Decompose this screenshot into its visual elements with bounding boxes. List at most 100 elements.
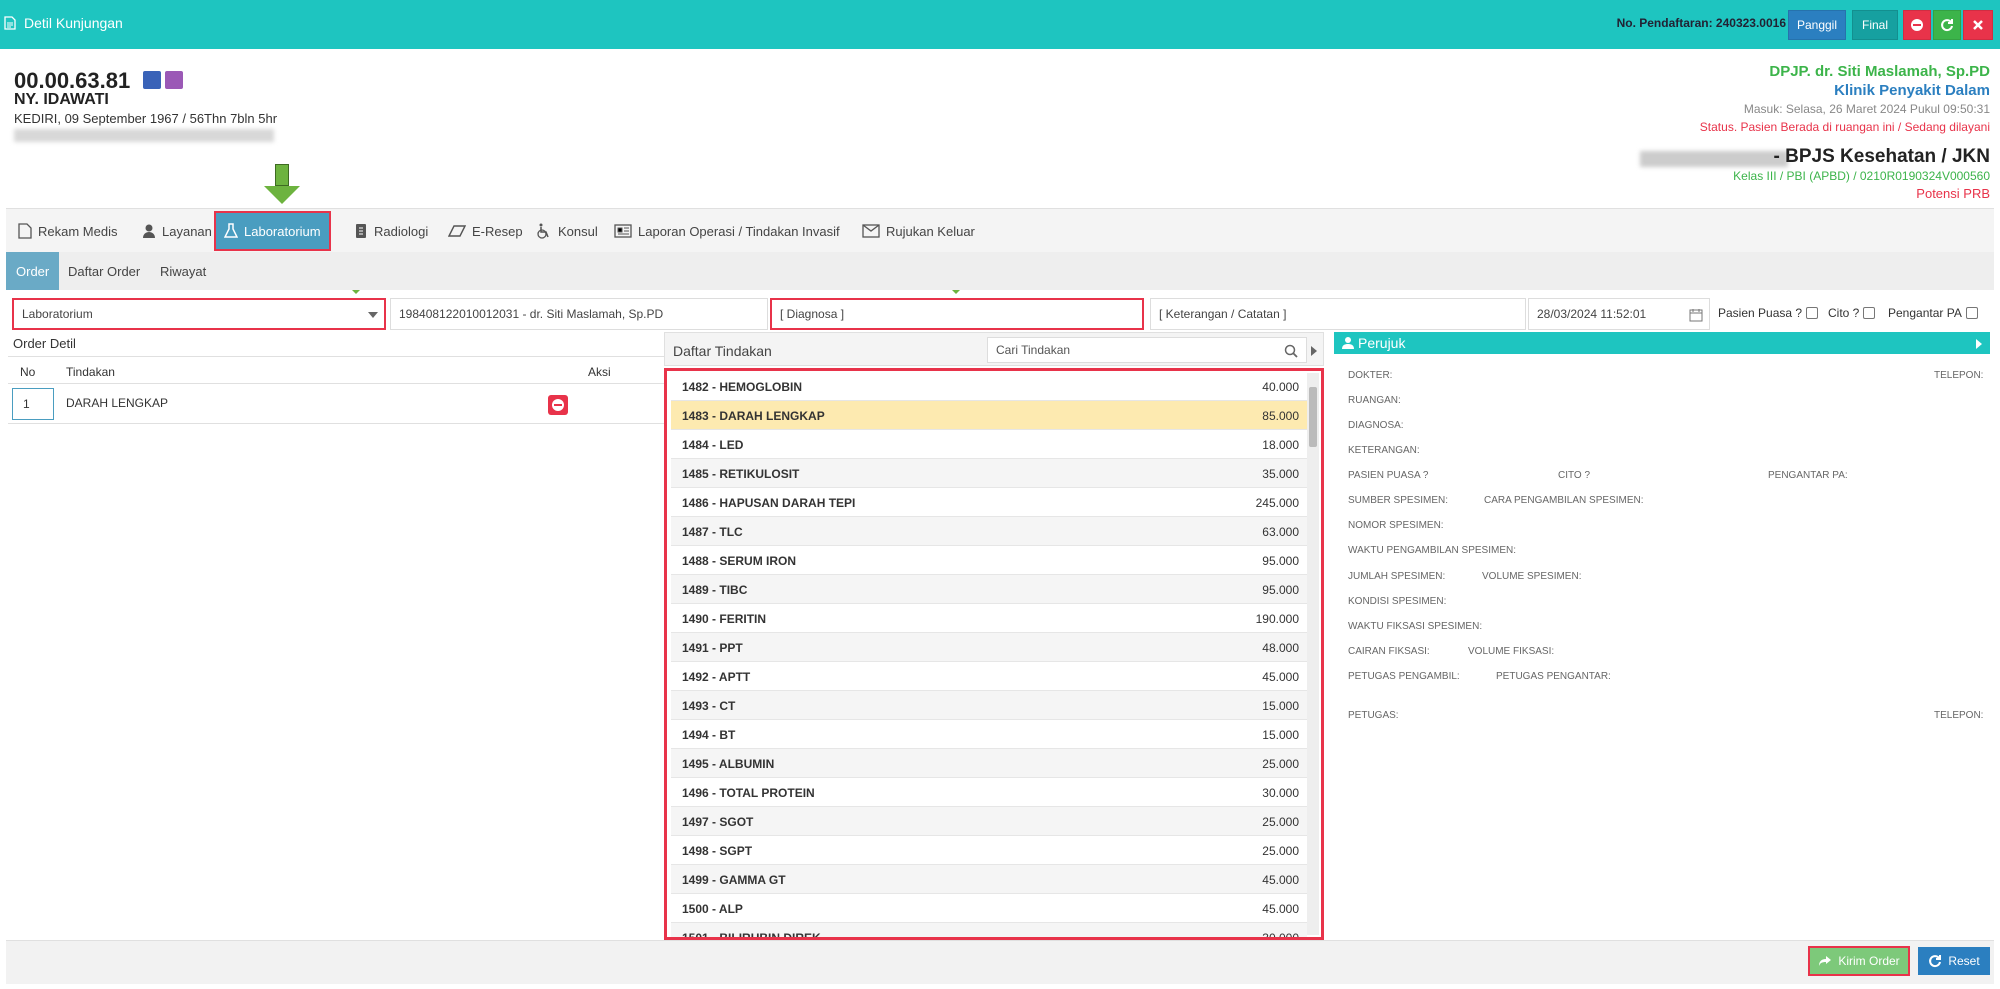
keterangan-input[interactable]: [ Keterangan / Catatan ] bbox=[1150, 298, 1526, 330]
tindakan-list: 1482 - HEMOGLOBIN 40.000 1483 - DARAH LENG… bbox=[664, 368, 1324, 940]
list-item[interactable]: 1482 - HEMOGLOBIN 40.000 bbox=[671, 372, 1307, 401]
label-cito: CITO ? bbox=[1558, 470, 1591, 481]
refresh-button[interactable] bbox=[1933, 10, 1961, 40]
order-no-input[interactable]: 1 bbox=[12, 388, 54, 420]
tab-rujukan-keluar[interactable]: Rujukan Keluar bbox=[854, 209, 983, 253]
list-item[interactable]: 1492 - APTT 45.000 bbox=[671, 662, 1307, 691]
cito-checkbox[interactable]: Cito ? bbox=[1828, 306, 1876, 320]
pengantar-pa-checkbox[interactable]: Pengantar PA bbox=[1888, 306, 1978, 320]
edit-icon[interactable] bbox=[165, 71, 183, 89]
tindakan-price: 40.000 bbox=[1262, 380, 1299, 394]
label-waktu-ambil: WAKTU PENGAMBILAN SPESIMEN: bbox=[1348, 545, 1516, 556]
subtab-daftar-order[interactable]: Daftar Order bbox=[58, 252, 150, 290]
unit-select-value: Laboratorium bbox=[22, 307, 93, 321]
list-item[interactable]: 1498 - SGPT 25.000 bbox=[671, 836, 1307, 865]
tindakan-label: 1494 - BT bbox=[682, 728, 736, 742]
label-nomor: NOMOR SPESIMEN: bbox=[1348, 520, 1444, 531]
scrollbar[interactable] bbox=[1307, 373, 1319, 935]
tindakan-price: 95.000 bbox=[1262, 583, 1299, 597]
list-item[interactable]: 1485 - RETIKULOSIT 35.000 bbox=[671, 459, 1307, 488]
label-petugas: PETUGAS: bbox=[1348, 710, 1399, 721]
tab-e-resep[interactable]: E-Resep bbox=[440, 209, 531, 253]
list-item[interactable]: 1484 - LED 18.000 bbox=[671, 430, 1307, 459]
tindakan-price: 190.000 bbox=[1255, 612, 1299, 626]
kirim-order-button[interactable]: Kirim Order bbox=[1808, 946, 1910, 976]
order-tindakan: DARAH LENGKAP bbox=[66, 396, 169, 410]
user-icon bbox=[143, 224, 155, 238]
daftar-tindakan-title: Daftar Tindakan bbox=[673, 343, 772, 359]
tab-radiologi[interactable]: Radiologi bbox=[346, 209, 436, 253]
document-icon bbox=[4, 16, 16, 30]
tindakan-label: 1489 - TIBC bbox=[682, 583, 748, 597]
panggil-button[interactable]: Panggil bbox=[1788, 10, 1846, 40]
tindakan-label: 1492 - APTT bbox=[682, 670, 751, 684]
list-item[interactable]: 1493 - CT 15.000 bbox=[671, 691, 1307, 720]
tab-label: Rujukan Keluar bbox=[886, 223, 975, 239]
list-item[interactable]: 1483 - DARAH LENGKAP 85.000 bbox=[671, 401, 1307, 430]
minus-circle-icon bbox=[552, 399, 564, 411]
flask-icon bbox=[224, 223, 238, 238]
diagnosa-placeholder: [ Diagnosa ] bbox=[780, 307, 845, 321]
tab-label: E-Resep bbox=[472, 223, 523, 239]
list-item[interactable]: 1500 - ALP 45.000 bbox=[671, 894, 1307, 923]
list-item[interactable]: 1490 - FERITIN 190.000 bbox=[671, 604, 1307, 633]
tab-laboratorium[interactable]: Laboratorium bbox=[214, 211, 331, 251]
tindakan-label: 1496 - TOTAL PROTEIN bbox=[682, 786, 815, 800]
scrollbar-thumb[interactable] bbox=[1309, 387, 1317, 447]
label-cara: CARA PENGAMBILAN SPESIMEN: bbox=[1484, 495, 1644, 506]
bpjs-number-redacted bbox=[1640, 151, 1788, 167]
perujuk-panel: Perujuk DOKTER: TELEPON: RUANGAN: DIAGNO… bbox=[1334, 332, 1990, 940]
list-item[interactable]: 1491 - PPT 48.000 bbox=[671, 633, 1307, 662]
list-item[interactable]: 1501 - BILIRUBIN DIREK 30.000 bbox=[671, 923, 1307, 940]
label-petugas-antar: PETUGAS PENGANTAR: bbox=[1496, 671, 1611, 682]
label-telepon: TELEPON: bbox=[1934, 370, 1984, 381]
list-item[interactable]: 1497 - SGOT 25.000 bbox=[671, 807, 1307, 836]
search-input[interactable]: Cari Tindakan bbox=[987, 337, 1307, 363]
daftar-tindakan-panel: Daftar Tindakan Cari Tindakan 1482 - HEM… bbox=[664, 332, 1324, 940]
tindakan-label: 1486 - HAPUSAN DARAH TEPI bbox=[682, 496, 856, 510]
reset-button[interactable]: Reset bbox=[1918, 947, 1990, 975]
list-item[interactable]: 1494 - BT 15.000 bbox=[671, 720, 1307, 749]
share-icon bbox=[1819, 956, 1832, 966]
unit-select[interactable]: Laboratorium bbox=[12, 298, 386, 330]
label-pengantar-pa: PENGANTAR PA: bbox=[1768, 470, 1848, 481]
list-icon[interactable] bbox=[143, 71, 161, 89]
list-item[interactable]: 1489 - TIBC 95.000 bbox=[671, 575, 1307, 604]
close-button[interactable] bbox=[1963, 10, 1993, 40]
list-item[interactable]: 1486 - HAPUSAN DARAH TEPI 245.000 bbox=[671, 488, 1307, 517]
insurance: - BPJS Kesehatan / JKN bbox=[1773, 146, 1990, 167]
list-item[interactable]: 1488 - SERUM IRON 95.000 bbox=[671, 546, 1307, 575]
final-button[interactable]: Final bbox=[1852, 10, 1898, 40]
refresh-icon bbox=[1941, 19, 1953, 32]
calendar-icon bbox=[1689, 309, 1703, 322]
tindakan-label: 1483 - DARAH LENGKAP bbox=[682, 409, 825, 423]
checkbox-box[interactable] bbox=[1965, 307, 1978, 319]
tab-laporan-operasi[interactable]: Laporan Operasi / Tindakan Invasif bbox=[606, 209, 848, 253]
diagnosa-input[interactable]: [ Diagnosa ] bbox=[770, 298, 1144, 330]
stop-button[interactable] bbox=[1903, 10, 1931, 40]
checkbox-box[interactable] bbox=[1863, 307, 1876, 319]
chevron-down-icon bbox=[368, 312, 378, 318]
delete-button[interactable] bbox=[548, 395, 568, 415]
list-item[interactable]: 1487 - TLC 63.000 bbox=[671, 517, 1307, 546]
label-keterangan: KETERANGAN: bbox=[1348, 445, 1420, 456]
perujuk-header[interactable]: Perujuk bbox=[1334, 332, 1990, 354]
list-item[interactable]: 1495 - ALBUMIN 25.000 bbox=[671, 749, 1307, 778]
list-item[interactable]: 1496 - TOTAL PROTEIN 30.000 bbox=[671, 778, 1307, 807]
col-no: No bbox=[20, 365, 36, 379]
list-item[interactable]: 1499 - GAMMA GT 45.000 bbox=[671, 865, 1307, 894]
registration-number: No. Pendaftaran: 240323.0016 bbox=[1616, 16, 1786, 30]
tab-konsul[interactable]: Konsul bbox=[528, 209, 606, 253]
subtab-riwayat[interactable]: Riwayat bbox=[150, 252, 216, 290]
checkbox-box[interactable] bbox=[1806, 307, 1819, 319]
pasien-puasa-checkbox[interactable]: Pasien Puasa ? bbox=[1718, 306, 1819, 320]
subtab-order[interactable]: Order bbox=[6, 252, 60, 290]
patient-name: NY. IDAWATI bbox=[14, 91, 109, 108]
envelope-icon bbox=[862, 224, 880, 238]
chevron-right-icon[interactable] bbox=[1311, 346, 1317, 356]
tanggal-input[interactable]: 28/03/2024 11:52:01 bbox=[1528, 298, 1710, 330]
tab-rekam-medis[interactable]: Rekam Medis bbox=[10, 209, 125, 253]
tab-layanan[interactable]: Layanan bbox=[134, 209, 220, 253]
dokter-field[interactable]: 198408122010012031 - dr. Siti Maslamah, … bbox=[390, 298, 768, 330]
tindakan-price: 30.000 bbox=[1262, 931, 1299, 940]
